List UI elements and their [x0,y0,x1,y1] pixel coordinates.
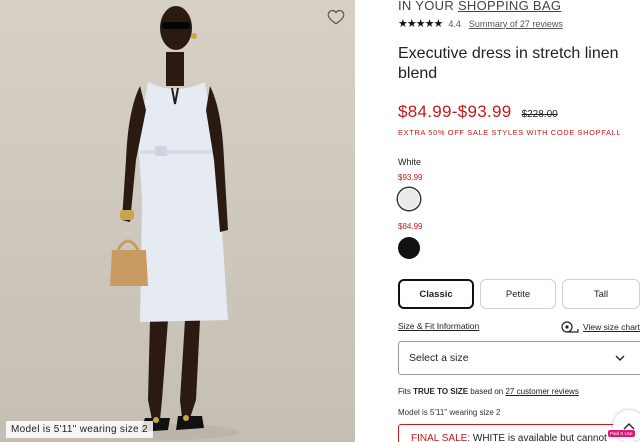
corner-badge: Paid X Use [608,430,635,437]
fit-reviews-link[interactable]: 27 customer reviews [505,387,578,396]
shopping-bag-link[interactable]: SHOPPING BAG [458,0,561,13]
swatch-price-black: $84.99 [398,222,423,231]
final-sale-label: FINAL SALE: [411,433,471,442]
size-select-label: Select a size [409,352,469,364]
final-sale-notice: FINAL SALE: WHITE is available but canno… [398,424,640,442]
product-photo: Model is 5'11" wearing size 2 [0,0,355,442]
product-info-panel: IN YOUR SHOPPING BAG ★★★★★ 4.4 Summary o… [398,0,640,442]
in-bag-prefix: IN YOUR [398,0,458,13]
fit-classic-button[interactable]: Classic [398,279,475,309]
original-price: $228.00 [521,109,558,120]
chevron-down-icon [615,355,625,361]
sale-price-range: $84.99-$93.99 [398,102,512,121]
size-chart-link[interactable]: View size chart [583,322,640,332]
product-title: Executive dress in stretch linen blend [398,45,619,82]
size-links-row: Size & Fit Information View size chart [398,321,640,333]
rating-stars-icon: ★★★★★ [398,18,443,30]
promo-text: EXTRA 50% OFF SALE STYLES WITH CODE SHOP… [398,128,622,137]
price-row: $84.99-$93.99 $228.00 [398,102,640,122]
model-illustration [100,6,240,440]
size-chart-link-group[interactable]: View size chart [561,321,640,333]
model-size-note: Model is 5'11" wearing size 2 [398,408,501,417]
scroll-to-top-button[interactable] [613,410,640,442]
fit-summary: Fits TRUE TO SIZE based on 27 customer r… [398,387,640,396]
chevron-up-icon [623,423,635,430]
rating-score: 4.4 [448,18,461,29]
fit-selector: Classic Petite Tall [398,279,640,309]
reviews-summary-link[interactable]: Summary of 27 reviews [469,19,563,29]
size-fit-info-link[interactable]: Size & Fit Information [398,321,479,333]
fit-tall-button[interactable]: Tall [562,279,640,309]
rating-row: ★★★★★ 4.4 Summary of 27 reviews [398,17,640,30]
swatch-black[interactable] [398,237,420,259]
swatch-price-white: $93.99 [398,173,423,182]
fit-petite-button[interactable]: Petite [480,279,557,309]
in-bag-notice: IN YOUR SHOPPING BAG [398,0,640,13]
final-sale-text: WHITE is available but cannot [470,433,607,442]
selected-color-label: White [398,157,422,167]
favorite-heart-icon[interactable] [327,8,345,26]
tape-measure-icon [561,321,579,333]
size-select-dropdown[interactable]: Select a size [398,341,640,375]
fit-value: TRUE TO SIZE [413,387,469,396]
fit-prefix: Fits [398,387,414,396]
swatch-white[interactable] [398,188,420,210]
fit-middle: based on [468,387,506,396]
model-caption: Model is 5'11" wearing size 2 [6,421,153,438]
